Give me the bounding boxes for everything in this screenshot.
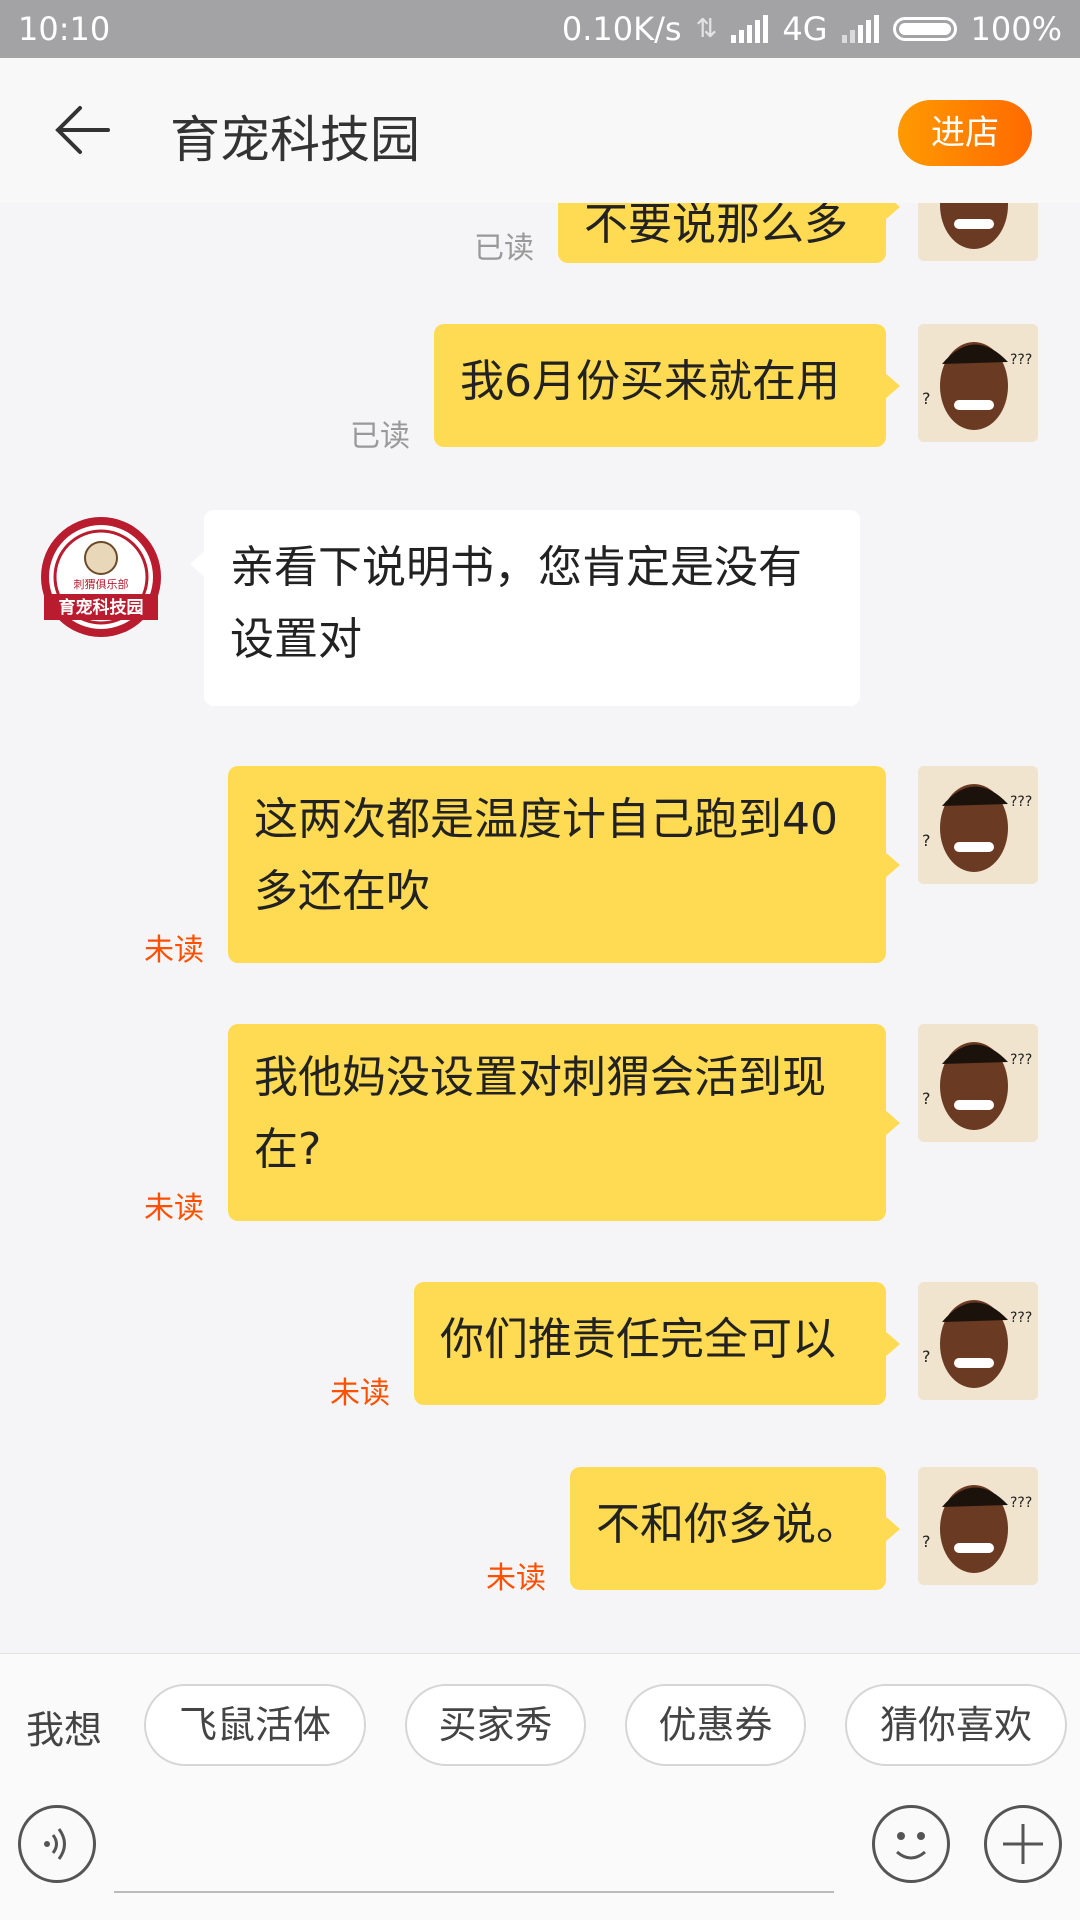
message-input[interactable] <box>114 1891 834 1893</box>
shop-avatar[interactable]: 刺猬俱乐部 育宠科技园 <box>38 514 164 640</box>
user-avatar-image: ???? <box>918 1467 1038 1585</box>
message-bubble[interactable]: 你们推责任完全可以 <box>414 1282 900 1405</box>
message-text: 这两次都是温度计自己跑到40多还在吹 <box>254 794 838 917</box>
user-avatar[interactable]: ???? <box>918 324 1038 442</box>
chat-header: 育宠科技园 进店 <box>0 58 1080 203</box>
back-button[interactable] <box>52 104 112 156</box>
shop-logo-top-text: 刺猬俱乐部 <box>74 577 129 591</box>
user-avatar[interactable]: ???? <box>918 1467 1038 1585</box>
message-bubble[interactable]: 这两次都是温度计自己跑到40多还在吹 <box>228 766 900 963</box>
user-avatar[interactable]: ???? <box>918 766 1038 884</box>
emoji-button[interactable] <box>872 1805 950 1883</box>
user-avatar-image: ???? <box>918 1282 1038 1400</box>
input-bar <box>0 1793 1080 1920</box>
svg-text:???: ??? <box>1010 794 1032 810</box>
battery-icon <box>892 17 957 41</box>
voice-button[interactable] <box>18 1805 96 1883</box>
suggestion-chip[interactable]: 飞鼠活体 <box>144 1684 366 1766</box>
user-avatar-image: ???? <box>918 324 1038 442</box>
message-text: 亲看下说明书，您肯定是没有设置对 <box>230 542 802 665</box>
chat-area[interactable]: 不要说那么多 已读 ??? 我6月份买来就在用 已读 ???? 刺猬俱乐部 育宠… <box>0 203 1080 1653</box>
signal-icon-2 <box>841 15 879 43</box>
message-bubble[interactable]: 我他妈没设置对刺猬会活到现在? <box>228 1024 900 1221</box>
shop-logo-icon: 刺猬俱乐部 育宠科技园 <box>41 517 161 637</box>
suggestion-chip[interactable]: 买家秀 <box>405 1684 586 1766</box>
signal-icon <box>731 15 769 43</box>
svg-text:???: ??? <box>1010 203 1032 205</box>
svg-text:?: ? <box>922 389 931 408</box>
message-bubble[interactable]: 亲看下说明书，您肯定是没有设置对 <box>190 510 860 706</box>
user-avatar[interactable]: ???? <box>918 1024 1038 1142</box>
message-text: 不和你多说。 <box>596 1499 860 1550</box>
battery-level: 100% <box>970 10 1062 48</box>
svg-text:?: ? <box>922 1347 931 1366</box>
enter-store-button[interactable]: 进店 <box>898 100 1032 166</box>
arrow-left-icon <box>55 106 110 154</box>
message-bubble[interactable]: 不要说那么多 <box>558 203 900 263</box>
status-right: 0.10K/s ⇅ 4G 100% <box>562 10 1062 48</box>
read-status: 已读 <box>350 419 410 454</box>
shop-logo-bottom-text: 育宠科技园 <box>59 597 144 618</box>
message-text: 你们推责任完全可以 <box>440 1314 836 1365</box>
svg-text:???: ??? <box>1010 1310 1032 1326</box>
svg-text:?: ? <box>922 1532 931 1551</box>
suggestion-label: 我想 <box>26 1708 103 1752</box>
user-avatar-image: ???? <box>918 766 1038 884</box>
status-time: 10:10 <box>18 10 111 48</box>
data-transfer-icon: ⇅ <box>695 14 718 44</box>
svg-text:?: ? <box>922 831 931 850</box>
message-bubble[interactable]: 我6月份买来就在用 <box>434 324 900 447</box>
svg-text:???: ??? <box>1010 352 1032 368</box>
message-bubble[interactable]: 不和你多说。 <box>570 1467 900 1590</box>
message-text: 我6月份买来就在用 <box>460 356 840 407</box>
message-text: 我他妈没设置对刺猬会活到现在? <box>254 1052 826 1175</box>
read-status: 已读 <box>474 231 534 266</box>
status-bar: 10:10 0.10K/s ⇅ 4G 100% <box>0 0 1080 58</box>
svg-text:???: ??? <box>1010 1495 1032 1511</box>
suggestion-bar: 我想 飞鼠活体 买家秀 优惠券 猜你喜欢 <box>0 1653 1080 1794</box>
smiley-icon <box>896 1832 926 1860</box>
suggestion-chip[interactable]: 优惠券 <box>625 1684 806 1766</box>
net-speed: 0.10K/s <box>561 10 682 48</box>
network-type: 4G <box>782 10 828 48</box>
suggestion-chip[interactable]: 猜你喜欢 <box>845 1684 1067 1766</box>
message-text: 不要说那么多 <box>584 203 848 250</box>
page-title: 育宠科技园 <box>170 111 420 169</box>
user-avatar-image: ??? <box>918 203 1038 261</box>
more-button[interactable] <box>984 1805 1062 1883</box>
svg-text:???: ??? <box>1010 1052 1032 1068</box>
user-avatar[interactable]: ???? <box>918 1282 1038 1400</box>
user-avatar[interactable]: ??? <box>918 203 1038 261</box>
unread-status: 未读 <box>486 1561 546 1596</box>
svg-text:?: ? <box>922 1089 931 1108</box>
unread-status: 未读 <box>144 1191 204 1226</box>
voice-icon <box>44 1828 66 1860</box>
unread-status: 未读 <box>144 933 204 968</box>
plus-icon <box>1003 1824 1043 1864</box>
unread-status: 未读 <box>330 1376 390 1411</box>
user-avatar-image: ???? <box>918 1024 1038 1142</box>
